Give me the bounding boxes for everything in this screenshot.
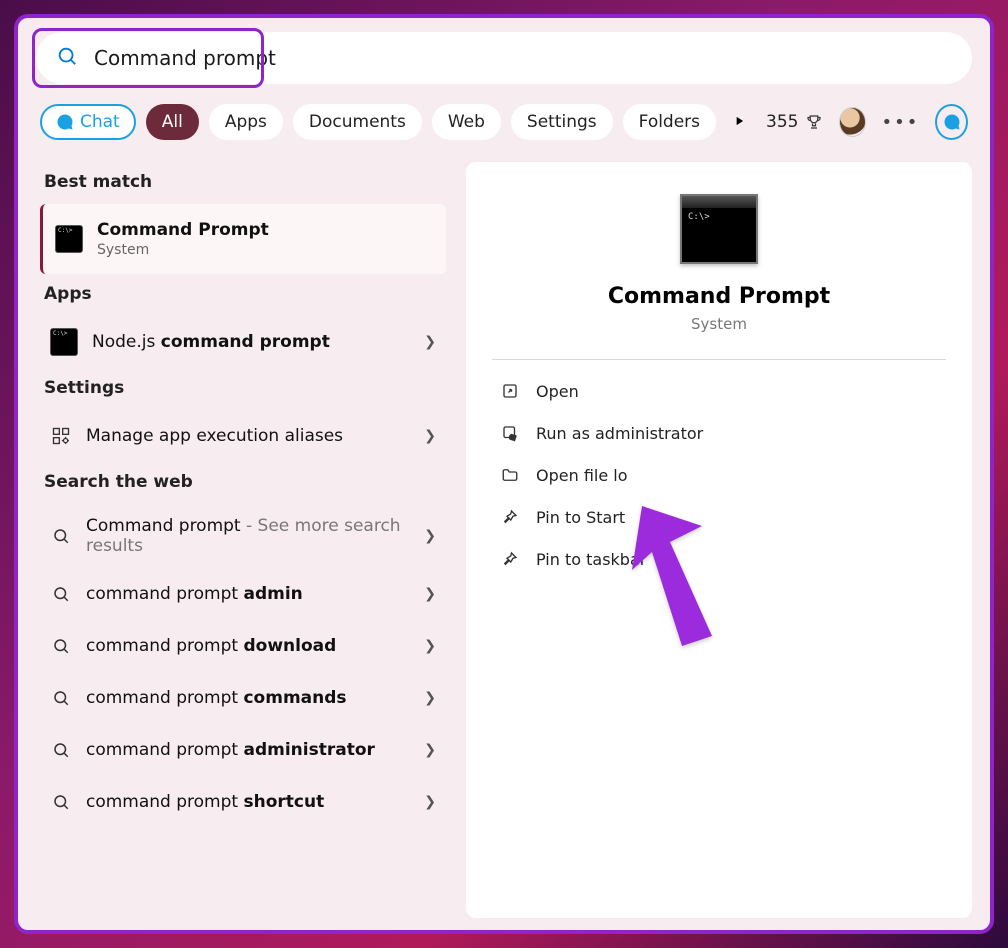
chevron-right-icon: ❯	[424, 528, 436, 544]
open-icon	[500, 382, 520, 400]
rewards-points[interactable]: 355	[766, 112, 822, 132]
command-prompt-icon	[50, 328, 78, 356]
chevron-right-icon: ❯	[424, 742, 436, 758]
action-open[interactable]: Open	[492, 370, 946, 412]
web-result-admin[interactable]: command prompt admin ❯	[40, 568, 446, 620]
folder-icon	[500, 466, 520, 484]
start-search-panel: Chat All Apps Documents Web Settings Fol…	[14, 14, 994, 934]
web-result-shortcut[interactable]: command prompt shortcut ❯	[40, 776, 446, 828]
best-match-subtitle: System	[97, 242, 269, 258]
bing-chat-button[interactable]	[935, 104, 968, 140]
search-input[interactable]	[92, 45, 952, 71]
best-match-label: Best match	[40, 162, 446, 204]
web-section-label: Search the web	[40, 462, 446, 504]
action-pin-to-start[interactable]: Pin to Start	[492, 496, 946, 538]
settings-section-label: Settings	[40, 368, 446, 410]
filter-folders[interactable]: Folders	[623, 104, 716, 140]
result-detail-panel: Command Prompt System Open Run as admini…	[466, 162, 972, 918]
best-match-title: Command Prompt	[97, 220, 269, 240]
detail-title: Command Prompt	[492, 284, 946, 309]
action-open-file-location[interactable]: Open file lo	[492, 454, 946, 496]
search-icon	[50, 687, 72, 709]
best-match-result[interactable]: Command Prompt System	[40, 204, 446, 274]
detail-subtitle: System	[492, 315, 946, 333]
filter-all[interactable]: All	[146, 104, 199, 140]
web-result-commands[interactable]: command prompt commands ❯	[40, 672, 446, 724]
chat-tab-label: Chat	[80, 112, 120, 132]
user-avatar[interactable]	[839, 107, 866, 137]
settings-result-aliases[interactable]: Manage app execution aliases ❯	[40, 410, 446, 462]
command-prompt-large-icon	[680, 194, 758, 264]
web-result-administrator[interactable]: command prompt administrator ❯	[40, 724, 446, 776]
web-result-download[interactable]: command prompt download ❯	[40, 620, 446, 672]
chat-tab[interactable]: Chat	[40, 104, 136, 140]
search-icon	[50, 791, 72, 813]
search-icon	[50, 583, 72, 605]
action-pin-to-taskbar[interactable]: Pin to taskbar	[492, 538, 946, 580]
expand-filters-icon[interactable]	[732, 113, 746, 132]
chevron-right-icon: ❯	[424, 586, 436, 602]
app-result-nodejs[interactable]: Node.js command prompt ❯	[40, 316, 446, 368]
app-aliases-icon	[50, 425, 72, 447]
divider	[492, 359, 946, 360]
pin-icon	[500, 550, 520, 568]
search-icon	[50, 739, 72, 761]
chevron-right-icon: ❯	[424, 794, 436, 810]
search-icon	[50, 635, 72, 657]
action-run-as-administrator[interactable]: Run as administrator	[492, 412, 946, 454]
filter-tabs: Chat All Apps Documents Web Settings Fol…	[36, 100, 972, 144]
filter-documents[interactable]: Documents	[293, 104, 422, 140]
web-result-see-more[interactable]: Command prompt - See more search results…	[40, 504, 446, 568]
command-prompt-icon	[55, 225, 83, 253]
search-icon	[50, 525, 72, 547]
pin-icon	[500, 508, 520, 526]
chevron-right-icon: ❯	[424, 334, 436, 350]
filter-web[interactable]: Web	[432, 104, 501, 140]
search-box[interactable]	[36, 32, 972, 84]
filter-apps[interactable]: Apps	[209, 104, 283, 140]
filter-settings[interactable]: Settings	[511, 104, 613, 140]
chevron-right-icon: ❯	[424, 638, 436, 654]
shield-admin-icon	[500, 424, 520, 442]
chevron-right-icon: ❯	[424, 428, 436, 444]
chevron-right-icon: ❯	[424, 690, 436, 706]
search-icon	[56, 45, 78, 71]
more-options-icon[interactable]: •••	[876, 112, 926, 133]
apps-section-label: Apps	[40, 274, 446, 316]
trophy-icon	[805, 113, 823, 131]
